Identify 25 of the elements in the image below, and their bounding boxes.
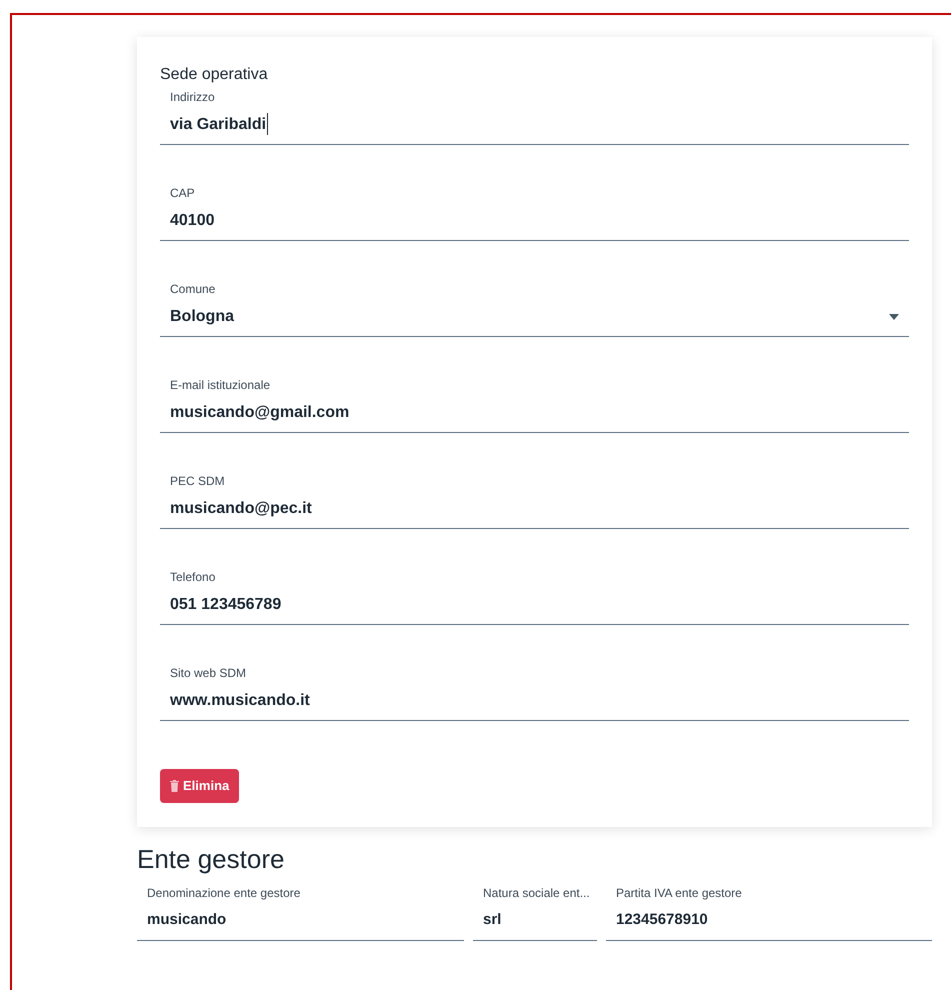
input-field[interactable]: 12345678910 (606, 901, 932, 941)
field-label: PEC SDM (169, 473, 226, 489)
input-field[interactable]: musicando@pec.it (160, 489, 909, 529)
input-field[interactable]: musicando (137, 901, 464, 941)
input-field[interactable]: www.musicando.it (160, 681, 909, 721)
input-field[interactable]: via Garibaldi (160, 105, 909, 145)
trash-icon (170, 780, 179, 792)
field-label: Sito web SDM (169, 665, 248, 681)
section-heading: Ente gestore (137, 843, 286, 875)
input-field[interactable]: musicando@gmail.com (160, 393, 909, 433)
select-field[interactable]: Bologna (160, 297, 909, 337)
field-label: CAP (169, 185, 196, 201)
field-label: Indirizzo (169, 89, 216, 105)
field-label: Telefono (169, 569, 216, 585)
input-field[interactable]: 051 123456789 (160, 585, 909, 625)
field-label: Comune (169, 281, 216, 297)
field-label: E-mail istituzionale (169, 377, 272, 393)
section-title: Sede operativa (160, 65, 269, 85)
field-label: Denominazione ente gestore (146, 885, 302, 901)
field-label: Natura sociale ent... (482, 885, 591, 901)
input-field[interactable]: 40100 (160, 201, 909, 241)
field-label: Partita IVA ente gestore (615, 885, 743, 901)
caret-icon (889, 314, 899, 320)
delete-button[interactable]: Elimina (160, 769, 240, 803)
input-field[interactable]: srl (473, 901, 597, 941)
